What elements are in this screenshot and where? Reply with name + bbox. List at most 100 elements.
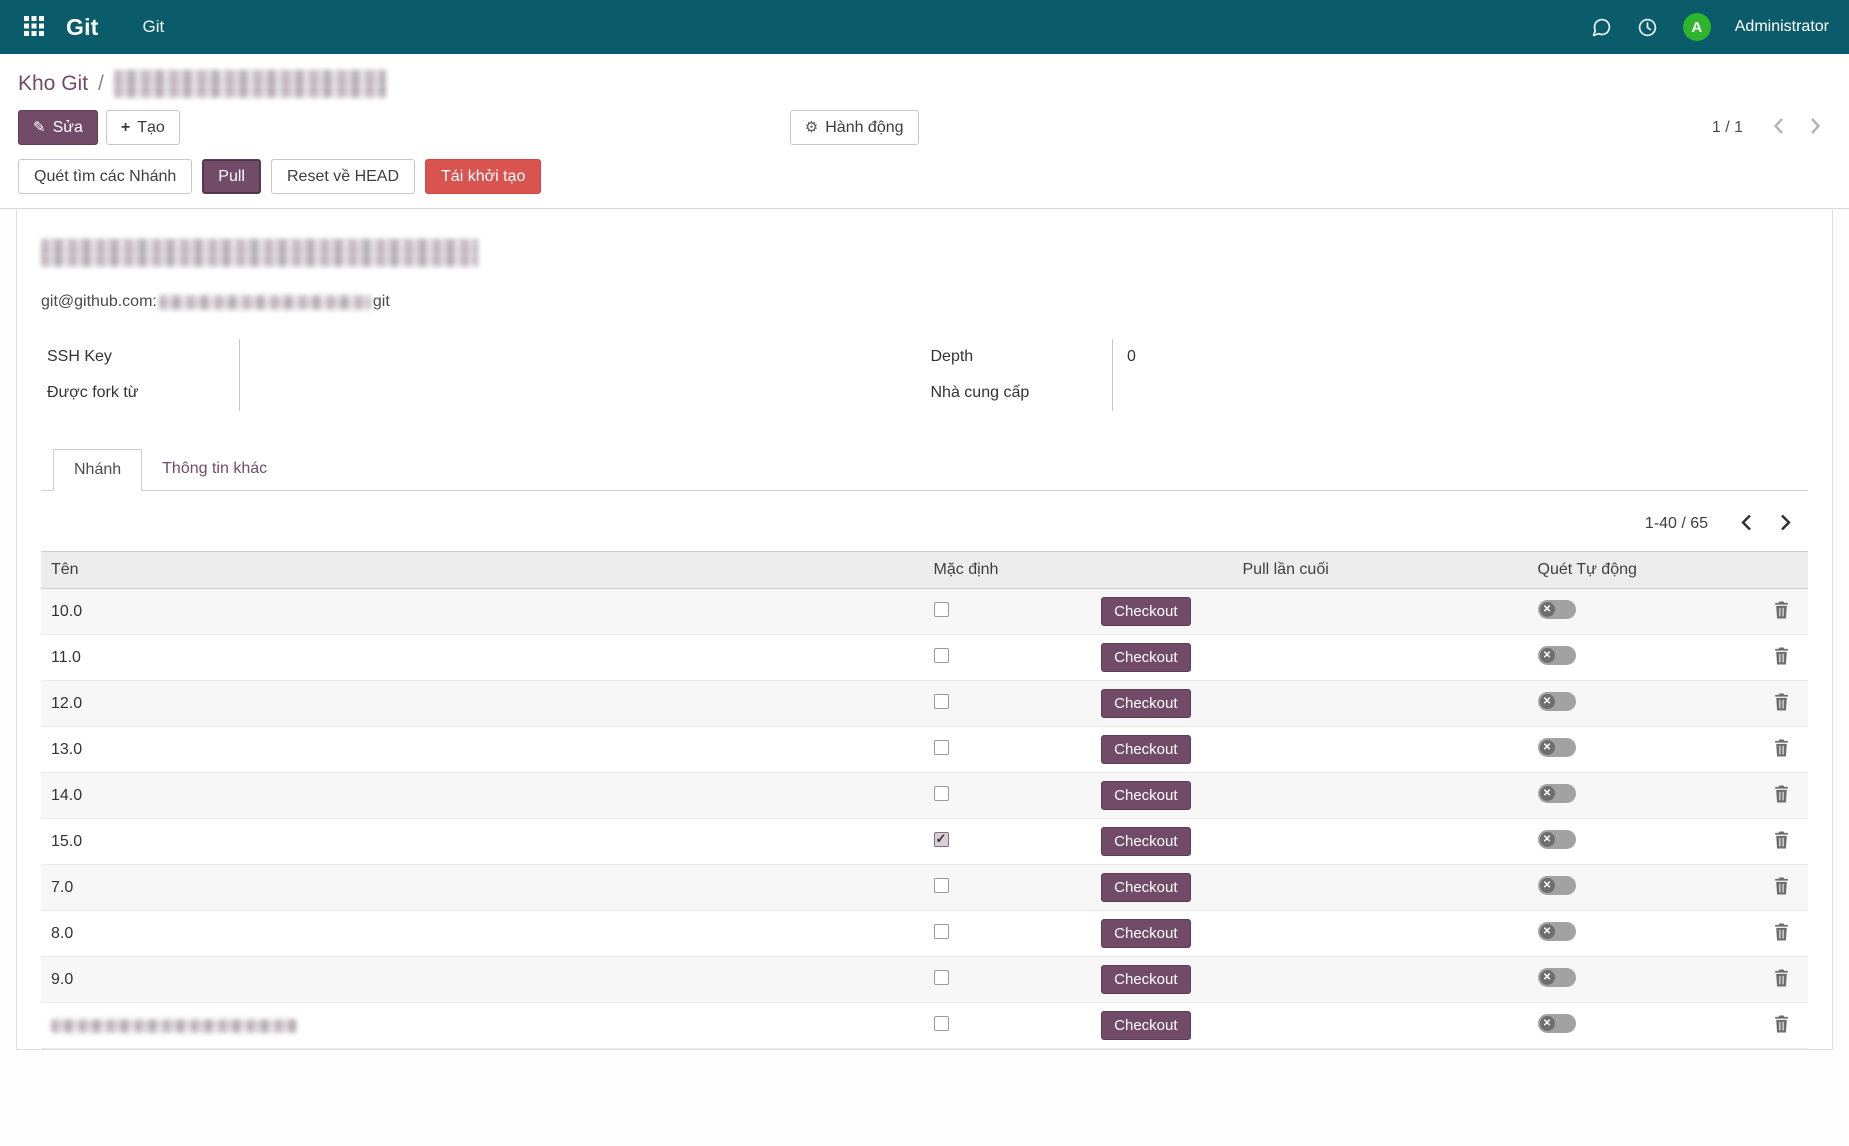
- branch-table: Tên Mặc định Pull lần cuối Quét Tự động …: [41, 551, 1808, 1049]
- tab-other-info[interactable]: Thông tin khác: [142, 449, 287, 491]
- delete-row-button[interactable]: [1771, 691, 1792, 716]
- toggle-off-x-icon: ✕: [1540, 602, 1555, 617]
- delete-row-button[interactable]: [1771, 829, 1792, 854]
- branch-row[interactable]: 10.0 Checkout ✕: [41, 589, 1808, 635]
- branch-row[interactable]: 15.0 Checkout ✕: [41, 819, 1808, 865]
- checkout-button[interactable]: Checkout: [1101, 781, 1190, 810]
- column-header-default[interactable]: Mặc định: [924, 552, 1092, 589]
- branch-pager-previous-button[interactable]: [1728, 509, 1764, 539]
- checkout-button[interactable]: Checkout: [1101, 965, 1190, 994]
- branch-row[interactable]: 12.0 Checkout ✕: [41, 681, 1808, 727]
- control-panel: Sửa Tạo Hành động 1 / 1: [0, 102, 1849, 157]
- default-checkbox[interactable]: [934, 878, 949, 893]
- checkout-button[interactable]: Checkout: [1101, 597, 1190, 626]
- checkout-button[interactable]: Checkout: [1101, 873, 1190, 902]
- branch-name: 10.0: [51, 603, 82, 620]
- scan-branches-button[interactable]: Quét tìm các Nhánh: [18, 159, 192, 194]
- checkout-button[interactable]: Checkout: [1101, 1011, 1190, 1040]
- record-pager-value[interactable]: 1 / 1: [1712, 119, 1743, 137]
- branch-name: 13.0: [51, 741, 82, 758]
- default-checkbox[interactable]: [934, 740, 949, 755]
- delete-row-button[interactable]: [1771, 645, 1792, 670]
- auto-scan-toggle[interactable]: ✕: [1538, 738, 1576, 757]
- pager-next-button[interactable]: [1800, 113, 1831, 142]
- delete-row-button[interactable]: [1771, 875, 1792, 900]
- chevron-left-icon: [1773, 117, 1784, 138]
- branch-row[interactable]: 11.0 Checkout ✕: [41, 635, 1808, 681]
- column-header-auto-scan[interactable]: Quét Tự động: [1528, 552, 1747, 589]
- create-button[interactable]: Tạo: [106, 110, 180, 145]
- trash-icon: [1773, 647, 1790, 668]
- delete-row-button[interactable]: [1771, 783, 1792, 808]
- default-checkbox[interactable]: [934, 602, 949, 617]
- auto-scan-toggle[interactable]: ✕: [1538, 968, 1576, 987]
- forked-from-value: [239, 375, 925, 411]
- branch-row[interactable]: 13.0 Checkout ✕: [41, 727, 1808, 773]
- pager-previous-button[interactable]: [1763, 113, 1794, 142]
- toggle-off-x-icon: ✕: [1540, 878, 1555, 893]
- last-pull-cell: [1233, 589, 1528, 635]
- toggle-off-x-icon: ✕: [1540, 970, 1555, 985]
- default-checkbox[interactable]: [934, 832, 949, 847]
- default-checkbox[interactable]: [934, 786, 949, 801]
- top-navbar: Git Git A Administrator: [0, 0, 1849, 54]
- edit-button[interactable]: Sửa: [18, 110, 98, 145]
- auto-scan-toggle[interactable]: ✕: [1538, 692, 1576, 711]
- reset-head-button[interactable]: Reset về HEAD: [271, 159, 415, 194]
- auto-scan-toggle[interactable]: ✕: [1538, 922, 1576, 941]
- auto-scan-toggle[interactable]: ✕: [1538, 646, 1576, 665]
- delete-row-button[interactable]: [1771, 599, 1792, 624]
- branch-row[interactable]: Checkout ✕: [41, 1003, 1808, 1049]
- activities-clock-icon[interactable]: [1637, 16, 1659, 38]
- auto-scan-toggle[interactable]: ✕: [1538, 784, 1576, 803]
- delete-row-button[interactable]: [1771, 921, 1792, 946]
- column-header-name[interactable]: Tên: [41, 552, 924, 589]
- toggle-off-x-icon: ✕: [1540, 648, 1555, 663]
- action-menu-button[interactable]: Hành động: [790, 110, 919, 145]
- auto-scan-toggle[interactable]: ✕: [1538, 876, 1576, 895]
- branch-list-pager: 1-40 / 65: [41, 491, 1808, 551]
- column-header-last-pull[interactable]: Pull lần cuối: [1233, 552, 1528, 589]
- auto-scan-toggle[interactable]: ✕: [1538, 600, 1576, 619]
- last-pull-cell: [1233, 635, 1528, 681]
- breadcrumb-separator: /: [98, 72, 104, 96]
- chevron-right-icon: [1810, 117, 1821, 138]
- pull-button[interactable]: Pull: [202, 159, 261, 194]
- auto-scan-toggle[interactable]: ✕: [1538, 830, 1576, 849]
- checkout-button[interactable]: Checkout: [1101, 919, 1190, 948]
- delete-row-button[interactable]: [1771, 737, 1792, 762]
- breadcrumb-root-link[interactable]: Kho Git: [18, 72, 88, 96]
- branch-row[interactable]: 9.0 Checkout ✕: [41, 957, 1808, 1003]
- checkout-button[interactable]: Checkout: [1101, 827, 1190, 856]
- provider-label: Nhà cung cấp: [925, 375, 1113, 411]
- default-checkbox[interactable]: [934, 648, 949, 663]
- app-brand[interactable]: Git: [66, 14, 99, 41]
- toggle-off-x-icon: ✕: [1540, 740, 1555, 755]
- last-pull-cell: [1233, 957, 1528, 1003]
- last-pull-cell: [1233, 1003, 1528, 1049]
- reinitialize-button[interactable]: Tái khởi tạo: [425, 159, 541, 194]
- branch-row[interactable]: 14.0 Checkout ✕: [41, 773, 1808, 819]
- branch-row[interactable]: 7.0 Checkout ✕: [41, 865, 1808, 911]
- auto-scan-toggle[interactable]: ✕: [1538, 1014, 1576, 1033]
- default-checkbox[interactable]: [934, 694, 949, 709]
- default-checkbox[interactable]: [934, 1016, 949, 1031]
- checkout-button[interactable]: Checkout: [1101, 689, 1190, 718]
- delete-row-button[interactable]: [1771, 967, 1792, 992]
- branch-row[interactable]: 8.0 Checkout ✕: [41, 911, 1808, 957]
- messages-icon[interactable]: [1591, 16, 1613, 38]
- default-checkbox[interactable]: [934, 970, 949, 985]
- depth-label: Depth: [925, 339, 1113, 375]
- user-avatar[interactable]: A: [1683, 13, 1711, 41]
- tab-branches[interactable]: Nhánh: [53, 449, 142, 491]
- nav-menu-git[interactable]: Git: [143, 17, 165, 37]
- branch-pager-next-button[interactable]: [1768, 509, 1804, 539]
- apps-menu-button[interactable]: [20, 13, 48, 41]
- branch-pager-value[interactable]: 1-40 / 65: [1645, 515, 1708, 533]
- checkout-button[interactable]: Checkout: [1101, 643, 1190, 672]
- checkout-button[interactable]: Checkout: [1101, 735, 1190, 764]
- trash-icon: [1773, 831, 1790, 852]
- delete-row-button[interactable]: [1771, 1013, 1792, 1038]
- user-name[interactable]: Administrator: [1735, 18, 1829, 36]
- last-pull-cell: [1233, 727, 1528, 773]
